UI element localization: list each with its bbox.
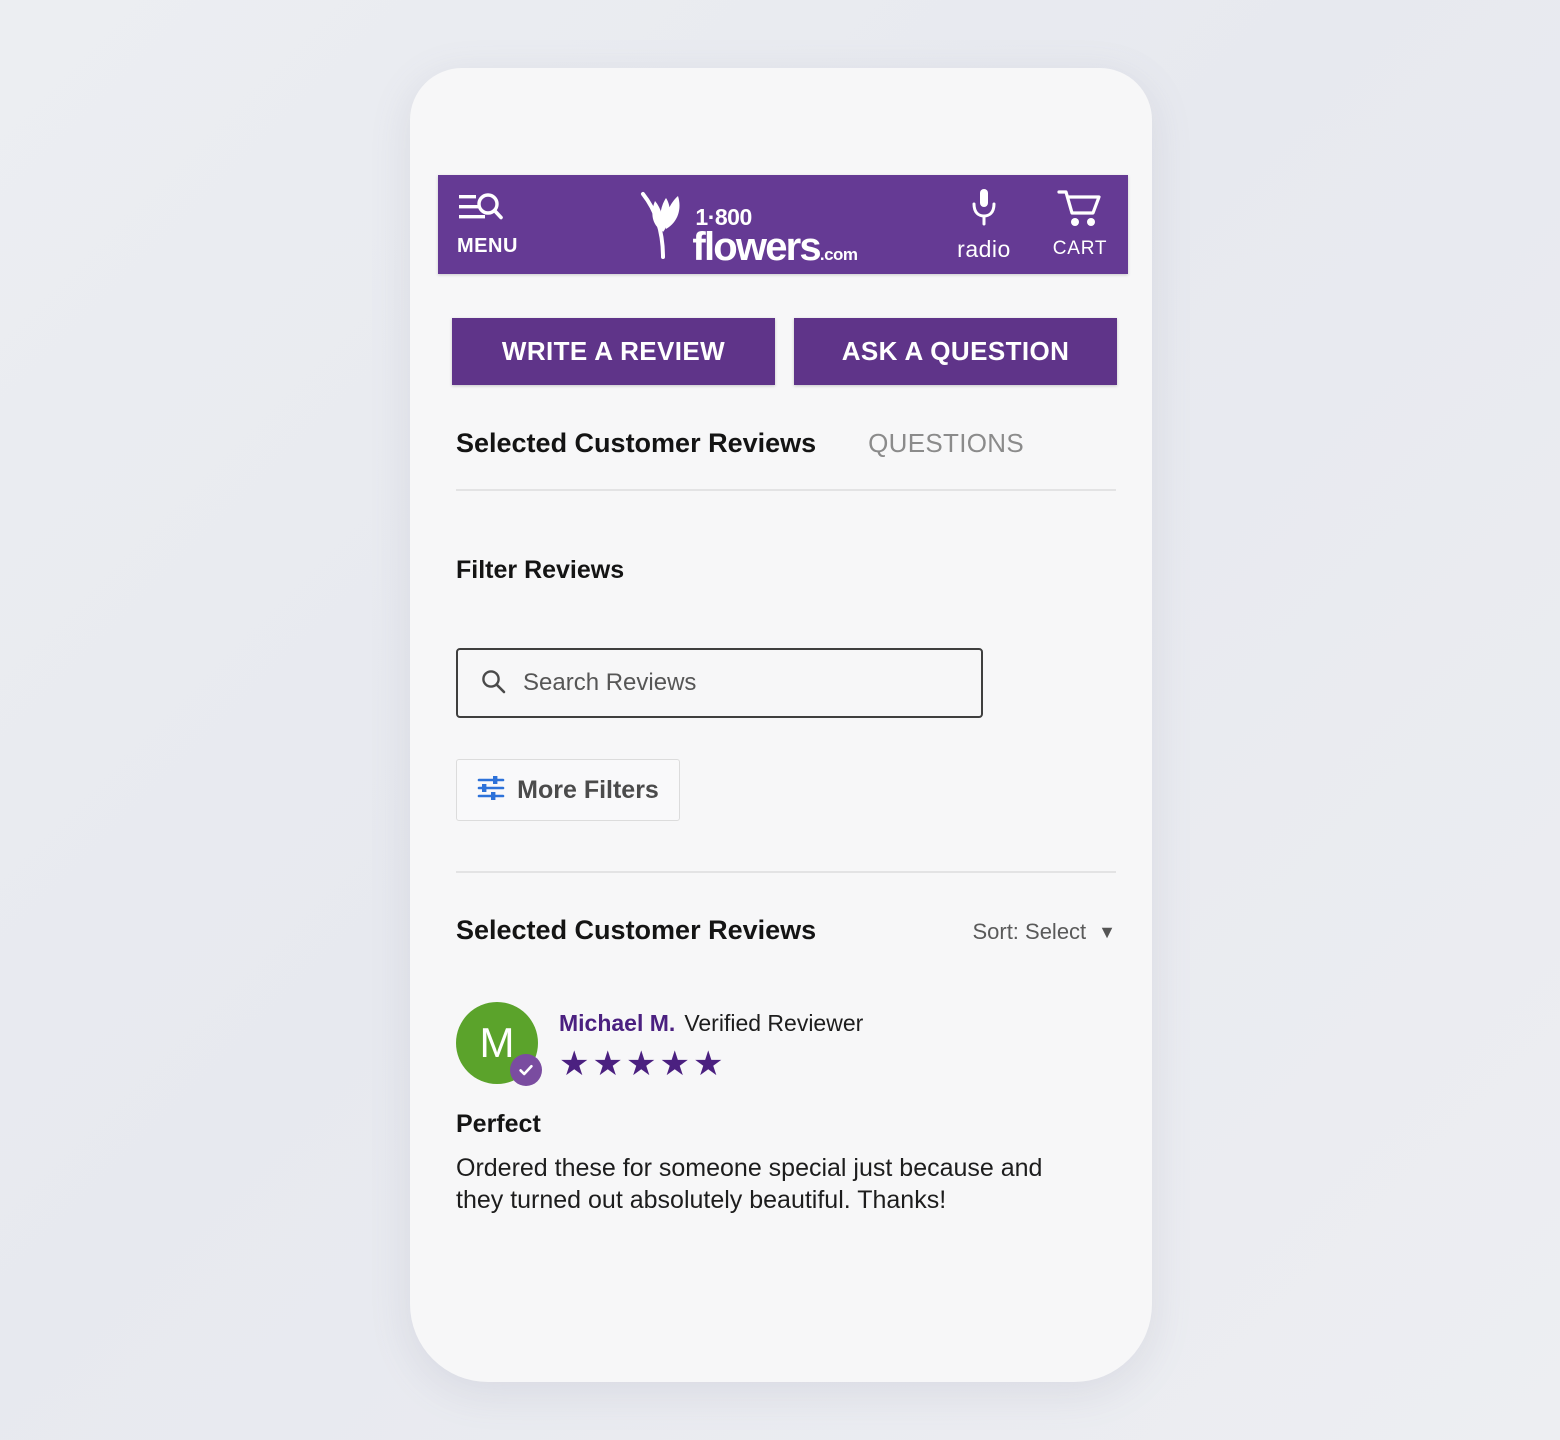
- tab-selected-customer-reviews[interactable]: Selected Customer Reviews: [456, 428, 816, 459]
- menu-search-icon: [457, 191, 503, 232]
- reviews-header-row: Selected Customer Reviews Sort: Select ▼: [456, 915, 1116, 946]
- section-divider: [456, 871, 1116, 873]
- star-rating: ★ ★ ★ ★ ★: [559, 1047, 863, 1081]
- search-icon: [480, 668, 506, 699]
- avatar: M: [456, 1002, 542, 1086]
- shopping-cart-icon: [1057, 189, 1103, 234]
- selected-customer-reviews-heading: Selected Customer Reviews: [456, 915, 817, 945]
- sort-dropdown[interactable]: Sort: Select ▼: [972, 919, 1116, 945]
- write-review-button[interactable]: WRITE A REVIEW: [452, 318, 775, 385]
- sort-label: Sort: Select: [972, 919, 1087, 944]
- radio-button[interactable]: radio: [936, 187, 1032, 263]
- more-filters-label: More Filters: [517, 775, 659, 804]
- review-actions: WRITE A REVIEW ASK A QUESTION: [452, 318, 1117, 385]
- phone-mockup-frame: MENU 1·800 flowers.com radio CART WRITE …: [410, 68, 1152, 1382]
- reviewer-name: Michael M.: [559, 1010, 676, 1036]
- more-filters-button[interactable]: More Filters: [456, 759, 680, 821]
- logo-tld: .com: [819, 245, 858, 264]
- chevron-down-icon: ▼: [1098, 922, 1116, 942]
- reviews-panel: Selected Customer Reviews QUESTIONS Filt…: [456, 428, 1116, 1216]
- tulip-flower-icon: [636, 185, 690, 264]
- sliders-icon: [477, 775, 505, 806]
- review-item: M Michael M. Verified Reviewer ★ ★ ★ ★ ★ Per…: [456, 1002, 1116, 1216]
- menu-label: MENU: [457, 235, 518, 257]
- tab-questions[interactable]: QUESTIONS: [868, 428, 1024, 459]
- search-reviews-box[interactable]: [456, 648, 983, 718]
- app-header: MENU 1·800 flowers.com radio CART: [438, 175, 1128, 274]
- menu-button[interactable]: MENU: [438, 191, 558, 258]
- radio-label: radio: [957, 235, 1011, 262]
- cart-label: CART: [1052, 238, 1108, 259]
- cart-button[interactable]: CART: [1032, 189, 1128, 260]
- microphone-icon: [969, 187, 999, 232]
- logo-brand-name: flowers: [692, 225, 821, 269]
- check-circle-icon: [510, 1054, 542, 1086]
- filter-reviews-heading: Filter Reviews: [456, 556, 625, 584]
- review-title: Perfect: [456, 1110, 541, 1138]
- star-filled-icon: ★: [592, 1045, 623, 1083]
- star-filled-icon: ★: [559, 1045, 590, 1083]
- tab-bar: Selected Customer Reviews QUESTIONS: [456, 428, 1116, 491]
- star-filled-icon: ★: [625, 1045, 657, 1083]
- star-filled-icon: ★: [659, 1045, 690, 1083]
- verified-reviewer-label: Verified Reviewer: [684, 1010, 864, 1036]
- ask-question-button[interactable]: ASK A QUESTION: [794, 318, 1117, 385]
- review-body: Ordered these for someone special just b…: [456, 1154, 1043, 1214]
- search-input[interactable]: [523, 669, 953, 697]
- brand-logo[interactable]: 1·800 flowers.com: [558, 185, 936, 267]
- star-filled-icon: ★: [692, 1045, 724, 1083]
